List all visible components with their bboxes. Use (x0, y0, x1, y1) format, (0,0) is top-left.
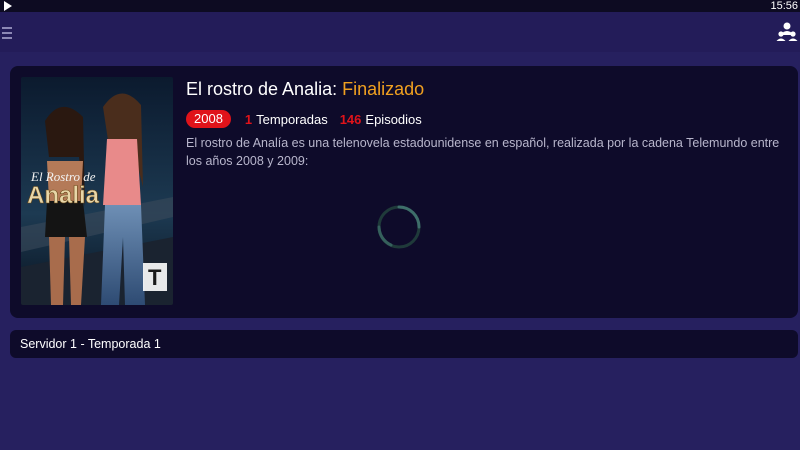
status-bar: 15:56 (0, 0, 800, 12)
show-status: Finalizado (342, 79, 425, 99)
server-season-selector[interactable]: Servidor 1 - Temporada 1 (10, 330, 798, 358)
seasons-label: Temporadas (256, 111, 328, 127)
episodes-label: Episodios (365, 111, 422, 127)
show-description: El rostro de Analía es una telenovela es… (186, 136, 780, 168)
year-badge: 2008 (186, 110, 231, 128)
network-logo: T (148, 265, 162, 290)
account-group-icon[interactable] (776, 20, 798, 42)
seasons-count: 1 (244, 111, 253, 127)
loading-spinner-icon (377, 205, 421, 249)
app-bar (0, 12, 800, 52)
show-meta: 2008 1 Temporadas 146 Episodios (186, 110, 434, 128)
server-label: Servidor 1 - Temporada 1 (20, 337, 161, 351)
show-title: El rostro de Analia: (186, 79, 338, 99)
show-title-row: El rostro de Analia: Finalizado (186, 78, 424, 100)
menu-icon[interactable] (2, 27, 12, 39)
status-time: 15:56 (770, 0, 798, 12)
show-poster: El Rostro de Analia T (21, 77, 173, 305)
poster-title-line2: Analia (27, 182, 100, 209)
show-details-card: El Rostro de Analia T El rostro de Anali… (10, 66, 798, 318)
play-icon (4, 1, 12, 11)
episodes-count: 146 (339, 111, 362, 127)
